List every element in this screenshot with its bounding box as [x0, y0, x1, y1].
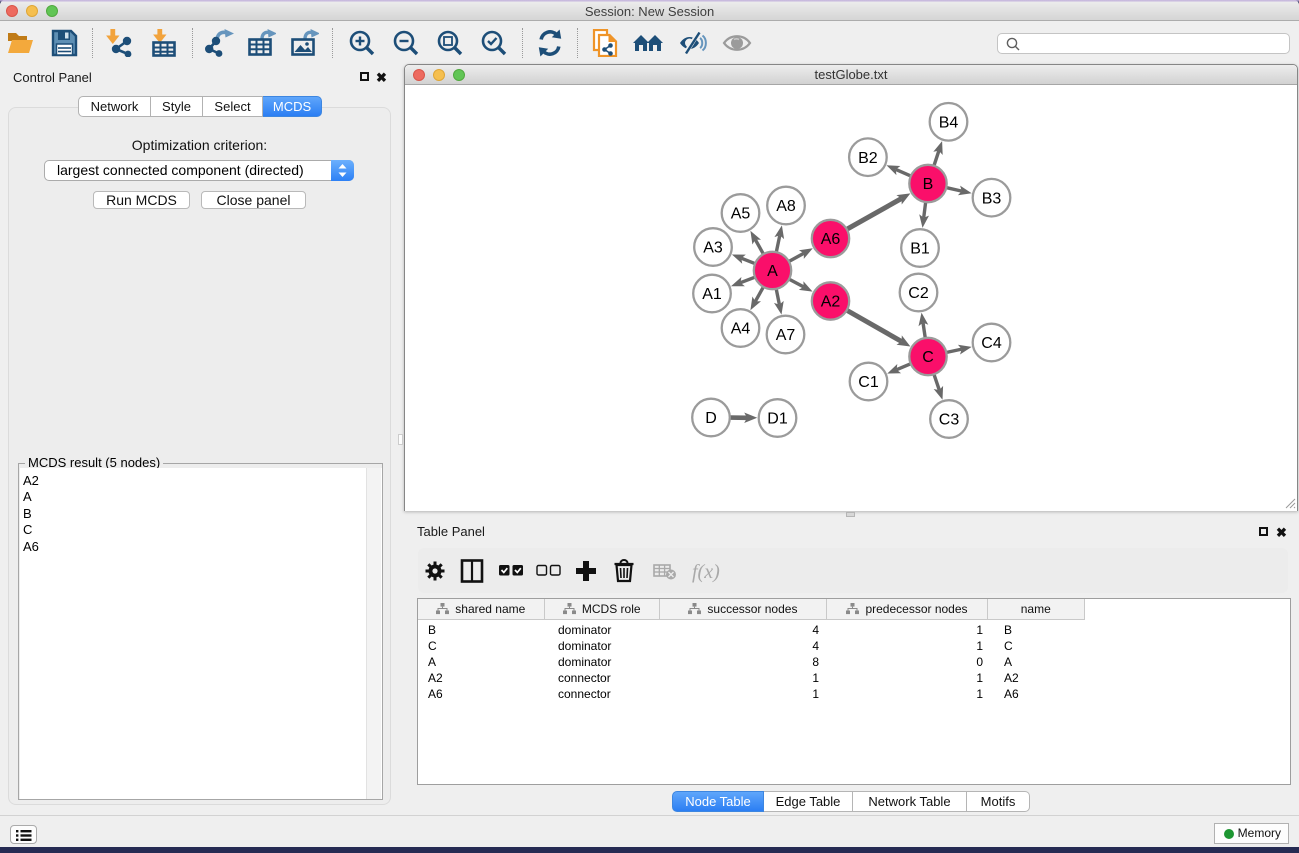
- svg-text:A2: A2: [821, 294, 841, 311]
- svg-text:D1: D1: [767, 411, 788, 428]
- svg-text:A6: A6: [821, 231, 841, 248]
- svg-text:A8: A8: [776, 198, 796, 215]
- svg-text:D: D: [705, 410, 717, 427]
- svg-text:B4: B4: [939, 114, 959, 131]
- svg-text:f(x): f(x): [692, 561, 720, 583]
- svg-text:A3: A3: [703, 240, 723, 257]
- svg-text:A1: A1: [702, 286, 722, 303]
- svg-text:C1: C1: [858, 374, 879, 391]
- svg-text:C2: C2: [908, 285, 929, 302]
- svg-text:A4: A4: [731, 321, 751, 338]
- svg-text:A: A: [767, 263, 778, 280]
- svg-text:C3: C3: [939, 412, 960, 429]
- svg-text:A7: A7: [776, 327, 796, 344]
- svg-text:A5: A5: [731, 206, 751, 223]
- svg-text:B3: B3: [982, 190, 1002, 207]
- svg-text:C: C: [922, 349, 934, 366]
- svg-text:B2: B2: [858, 150, 878, 167]
- svg-text:C4: C4: [981, 335, 1002, 352]
- svg-text:B1: B1: [910, 241, 930, 258]
- svg-text:B: B: [923, 176, 934, 193]
